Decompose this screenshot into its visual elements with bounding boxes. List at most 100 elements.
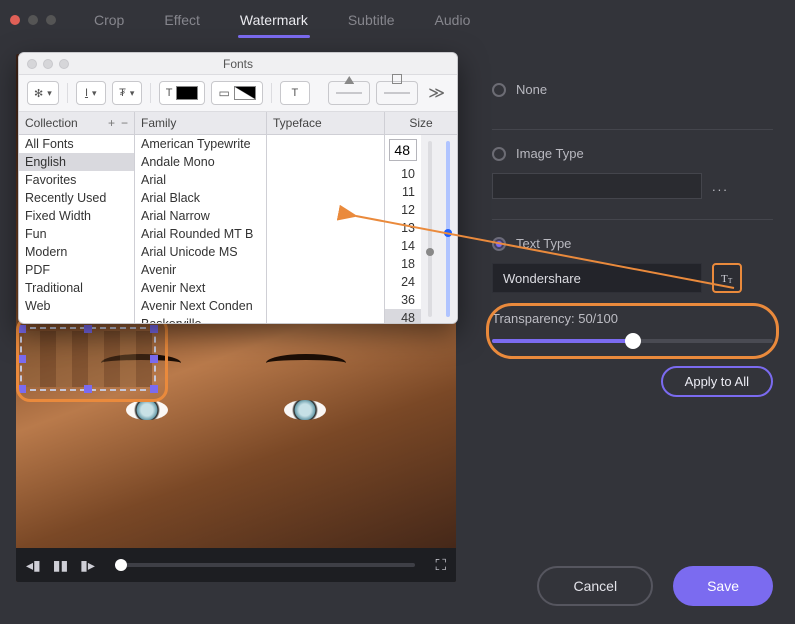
text-color-button[interactable]: T: [159, 81, 206, 105]
list-item[interactable]: 11: [385, 183, 421, 201]
prev-frame-button[interactable]: ◂▮: [26, 558, 41, 572]
close-window-icon[interactable]: [10, 15, 20, 25]
list-item[interactable]: 18: [385, 255, 421, 273]
list-item[interactable]: Fixed Width: [19, 207, 134, 225]
watermark-selection[interactable]: [20, 327, 156, 391]
resize-handle-icon[interactable]: [18, 325, 26, 333]
list-item[interactable]: Avenir: [135, 261, 266, 279]
list-item[interactable]: All Fonts: [19, 135, 134, 153]
list-item[interactable]: 14: [385, 237, 421, 255]
size-scrollbar[interactable]: [421, 135, 439, 323]
list-item[interactable]: Recently Used: [19, 189, 134, 207]
list-item[interactable]: Modern: [19, 243, 134, 261]
resize-handle-icon[interactable]: [150, 355, 158, 363]
resize-handle-icon[interactable]: [150, 325, 158, 333]
list-item[interactable]: English: [19, 153, 134, 171]
resize-handle-icon[interactable]: [84, 325, 92, 333]
list-item[interactable]: 48: [385, 309, 421, 323]
list-item[interactable]: Arial Unicode MS: [135, 243, 266, 261]
transparency-label: Transparency: 50/100: [492, 311, 773, 326]
list-item[interactable]: Avenir Next Conden: [135, 297, 266, 315]
play-pause-button[interactable]: ▮▮: [53, 558, 68, 572]
resize-handle-icon[interactable]: [84, 385, 92, 393]
text-effects-button[interactable]: T: [280, 81, 310, 105]
save-button[interactable]: Save: [673, 566, 773, 606]
resize-handle-icon[interactable]: [18, 385, 26, 393]
list-item[interactable]: 13: [385, 219, 421, 237]
transparency-slider[interactable]: [492, 334, 773, 348]
playhead-track[interactable]: [115, 563, 416, 567]
playhead-knob-icon[interactable]: [115, 559, 127, 571]
close-icon[interactable]: [27, 59, 37, 69]
list-item[interactable]: Baskerville: [135, 315, 266, 323]
shadow-slider[interactable]: [376, 81, 418, 105]
next-frame-button[interactable]: ▮▸: [80, 558, 95, 572]
list-item[interactable]: Arial Rounded MT B: [135, 225, 266, 243]
resize-handle-icon[interactable]: [150, 385, 158, 393]
group-image-type: Image Type ...: [492, 130, 773, 220]
tab-crop[interactable]: Crop: [94, 2, 124, 38]
list-item[interactable]: Web: [19, 297, 134, 315]
watermark-text-input[interactable]: [492, 263, 702, 293]
fonts-settings-button[interactable]: ✻▾: [27, 81, 59, 105]
list-item[interactable]: Favorites: [19, 171, 134, 189]
tab-watermark[interactable]: Watermark: [240, 2, 308, 38]
list-item[interactable]: Arial Black: [135, 189, 266, 207]
option-image-type[interactable]: Image Type: [492, 146, 773, 161]
radio-icon[interactable]: [492, 83, 506, 97]
list-item[interactable]: 36: [385, 291, 421, 309]
fonts-toolbar: ✻▾ I▾ ₮▾ T ▭ T ≫: [19, 75, 457, 112]
list-item[interactable]: 24: [385, 273, 421, 291]
tab-subtitle[interactable]: Subtitle: [348, 2, 395, 38]
remove-collection-button[interactable]: −: [121, 116, 128, 130]
option-none[interactable]: None: [492, 82, 773, 97]
list-item[interactable]: Avenir Next: [135, 279, 266, 297]
apply-to-all-button[interactable]: Apply to All: [661, 366, 773, 397]
tab-audio[interactable]: Audio: [435, 2, 471, 38]
underline-icon: I: [85, 87, 88, 99]
image-path-field[interactable]: [492, 173, 702, 199]
list-item[interactable]: American Typewrite: [135, 135, 266, 153]
radio-icon[interactable]: [492, 237, 506, 251]
tab-effect[interactable]: Effect: [164, 2, 200, 38]
typeface-list[interactable]: [267, 135, 385, 323]
collection-list[interactable]: All FontsEnglishFavoritesRecently UsedFi…: [19, 135, 135, 323]
slider-thumb-icon[interactable]: [444, 229, 452, 237]
list-item[interactable]: 10: [385, 165, 421, 183]
font-size-input[interactable]: [389, 139, 417, 161]
more-tools-button[interactable]: ≫: [424, 83, 449, 103]
strikethrough-icon: ₮: [119, 87, 126, 99]
list-item[interactable]: Arial Narrow: [135, 207, 266, 225]
resize-handle-icon[interactable]: [18, 355, 26, 363]
add-collection-button[interactable]: +: [108, 116, 115, 130]
strikethrough-style-button[interactable]: ₮▾: [112, 81, 142, 105]
slider-knob-icon[interactable]: [625, 333, 641, 349]
cancel-button[interactable]: Cancel: [537, 566, 653, 606]
underline-style-button[interactable]: I▾: [76, 81, 106, 105]
maximize-icon[interactable]: [59, 59, 69, 69]
radio-icon[interactable]: [492, 147, 506, 161]
kerning-slider[interactable]: [328, 81, 370, 105]
gear-icon: ✻: [34, 87, 43, 100]
list-item[interactable]: Fun: [19, 225, 134, 243]
maximize-window-icon[interactable]: [46, 15, 56, 25]
size-list[interactable]: 101112131418243648: [385, 165, 421, 323]
size-slider[interactable]: [439, 135, 457, 323]
minimize-icon[interactable]: [43, 59, 53, 69]
fonts-panel[interactable]: Fonts ✻▾ I▾ ₮▾ T ▭ T: [18, 52, 458, 324]
fullscreen-button[interactable]: ⛶: [435, 558, 446, 573]
list-item[interactable]: Andale Mono: [135, 153, 266, 171]
open-fonts-button[interactable]: T T: [712, 263, 742, 293]
option-text-type[interactable]: Text Type: [492, 236, 773, 251]
family-list[interactable]: American TypewriteAndale MonoArialArial …: [135, 135, 267, 323]
scroll-thumb-icon[interactable]: [426, 248, 434, 256]
document-color-button[interactable]: ▭: [211, 81, 262, 105]
list-item[interactable]: Arial: [135, 171, 266, 189]
col-collection-label: Collection: [25, 116, 78, 130]
list-item[interactable]: 12: [385, 201, 421, 219]
browse-image-button[interactable]: ...: [712, 179, 729, 194]
text-icon: T: [166, 87, 173, 99]
list-item[interactable]: Traditional: [19, 279, 134, 297]
minimize-window-icon[interactable]: [28, 15, 38, 25]
list-item[interactable]: PDF: [19, 261, 134, 279]
